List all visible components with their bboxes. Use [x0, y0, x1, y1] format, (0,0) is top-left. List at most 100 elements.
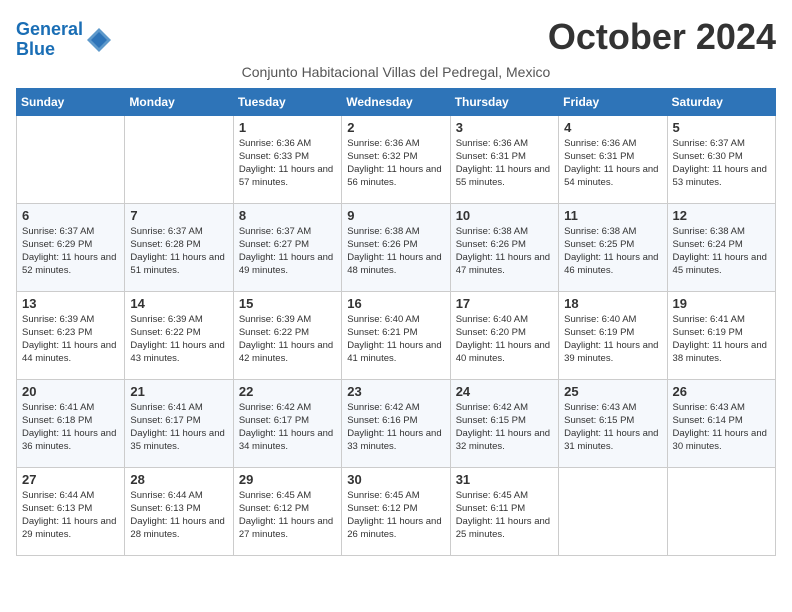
weekday-header-monday: Monday: [125, 88, 233, 115]
day-number: 20: [22, 384, 119, 399]
calendar-cell: 23 Sunrise: 6:42 AM Sunset: 6:16 PM Dayli…: [342, 379, 450, 467]
day-info: Sunrise: 6:45 AM Sunset: 6:11 PM Dayligh…: [456, 489, 553, 542]
day-info: Sunrise: 6:41 AM Sunset: 6:19 PM Dayligh…: [673, 313, 770, 366]
calendar-cell: [667, 467, 775, 555]
day-number: 24: [456, 384, 553, 399]
day-number: 10: [456, 208, 553, 223]
day-info: Sunrise: 6:44 AM Sunset: 6:13 PM Dayligh…: [22, 489, 119, 542]
calendar-cell: 10Sunrise: 6:38 AM Sunset: 6:26 PM Dayli…: [450, 203, 558, 291]
logo-line2: Blue: [16, 40, 83, 60]
calendar-cell: 16Sunrise: 6:40 AM Sunset: 6:21 PM Dayli…: [342, 291, 450, 379]
day-number: 17: [456, 296, 553, 311]
day-info: Sunrise: 6:42 AM Sunset: 6:17 PM Dayligh…: [239, 401, 336, 454]
weekday-header-tuesday: Tuesday: [233, 88, 341, 115]
calendar-cell: 14 Sunrise: 6:39 AM Sunset: 6:22 PM Dayli…: [125, 291, 233, 379]
calendar-cell: [125, 115, 233, 203]
calendar-cell: 30 Sunrise: 6:45 AM Sunset: 6:12 PM Dayli…: [342, 467, 450, 555]
day-number: 25: [564, 384, 661, 399]
day-number: 29: [239, 472, 336, 487]
calendar-cell: 28 Sunrise: 6:44 AM Sunset: 6:13 PM Dayli…: [125, 467, 233, 555]
day-info: Sunrise: 6:42 AM Sunset: 6:16 PM Dayligh…: [347, 401, 444, 454]
calendar-cell: 24 Sunrise: 6:42 AM Sunset: 6:15 PM Dayli…: [450, 379, 558, 467]
day-info: Sunrise: 6:38 AM Sunset: 6:24 PM Dayligh…: [673, 225, 770, 278]
calendar-cell: 29 Sunrise: 6:45 AM Sunset: 6:12 PM Dayli…: [233, 467, 341, 555]
day-number: 4: [564, 120, 661, 135]
calendar-cell: 11 Sunrise: 6:38 AM Sunset: 6:25 PM Dayli…: [559, 203, 667, 291]
day-info: Sunrise: 6:37 AM Sunset: 6:27 PM Dayligh…: [239, 225, 336, 278]
day-number: 9: [347, 208, 444, 223]
calendar-cell: 20 Sunrise: 6:41 AM Sunset: 6:18 PM Dayli…: [17, 379, 125, 467]
day-number: 11: [564, 208, 661, 223]
day-number: 19: [673, 296, 770, 311]
day-info: Sunrise: 6:42 AM Sunset: 6:15 PM Dayligh…: [456, 401, 553, 454]
calendar-cell: 3 Sunrise: 6:36 AM Sunset: 6:31 PM Daylig…: [450, 115, 558, 203]
calendar-cell: 6Sunrise: 6:37 AM Sunset: 6:29 PM Daylig…: [17, 203, 125, 291]
calendar-cell: [17, 115, 125, 203]
day-info: Sunrise: 6:45 AM Sunset: 6:12 PM Dayligh…: [239, 489, 336, 542]
day-number: 18: [564, 296, 661, 311]
day-number: 8: [239, 208, 336, 223]
day-number: 23: [347, 384, 444, 399]
day-info: Sunrise: 6:38 AM Sunset: 6:26 PM Dayligh…: [347, 225, 444, 278]
day-info: Sunrise: 6:37 AM Sunset: 6:28 PM Dayligh…: [130, 225, 227, 278]
day-info: Sunrise: 6:41 AM Sunset: 6:18 PM Dayligh…: [22, 401, 119, 454]
day-info: Sunrise: 6:45 AM Sunset: 6:12 PM Dayligh…: [347, 489, 444, 542]
day-info: Sunrise: 6:38 AM Sunset: 6:25 PM Dayligh…: [564, 225, 661, 278]
day-info: Sunrise: 6:36 AM Sunset: 6:33 PM Dayligh…: [239, 137, 336, 190]
calendar-cell: 15 Sunrise: 6:39 AM Sunset: 6:22 PM Dayli…: [233, 291, 341, 379]
day-info: Sunrise: 6:41 AM Sunset: 6:17 PM Dayligh…: [130, 401, 227, 454]
day-info: Sunrise: 6:39 AM Sunset: 6:22 PM Dayligh…: [239, 313, 336, 366]
calendar-cell: 2 Sunrise: 6:36 AM Sunset: 6:32 PM Daylig…: [342, 115, 450, 203]
day-number: 16: [347, 296, 444, 311]
day-number: 28: [130, 472, 227, 487]
day-number: 14: [130, 296, 227, 311]
calendar-cell: 5 Sunrise: 6:37 AM Sunset: 6:30 PM Daylig…: [667, 115, 775, 203]
day-info: Sunrise: 6:43 AM Sunset: 6:14 PM Dayligh…: [673, 401, 770, 454]
calendar-table: SundayMondayTuesdayWednesdayThursdayFrid…: [16, 88, 776, 556]
calendar-cell: 26 Sunrise: 6:43 AM Sunset: 6:14 PM Dayli…: [667, 379, 775, 467]
day-info: Sunrise: 6:40 AM Sunset: 6:19 PM Dayligh…: [564, 313, 661, 366]
day-number: 2: [347, 120, 444, 135]
day-number: 13: [22, 296, 119, 311]
subtitle: Conjunto Habitacional Villas del Pedrega…: [16, 64, 776, 80]
calendar-cell: 9 Sunrise: 6:38 AM Sunset: 6:26 PM Daylig…: [342, 203, 450, 291]
calendar-cell: 17 Sunrise: 6:40 AM Sunset: 6:20 PM Dayli…: [450, 291, 558, 379]
day-info: Sunrise: 6:39 AM Sunset: 6:22 PM Dayligh…: [130, 313, 227, 366]
day-info: Sunrise: 6:36 AM Sunset: 6:31 PM Dayligh…: [564, 137, 661, 190]
calendar-cell: 27Sunrise: 6:44 AM Sunset: 6:13 PM Dayli…: [17, 467, 125, 555]
day-number: 15: [239, 296, 336, 311]
day-number: 21: [130, 384, 227, 399]
day-info: Sunrise: 6:37 AM Sunset: 6:30 PM Dayligh…: [673, 137, 770, 190]
month-title: October 2024: [548, 16, 776, 58]
calendar-cell: 18 Sunrise: 6:40 AM Sunset: 6:19 PM Dayli…: [559, 291, 667, 379]
day-info: Sunrise: 6:39 AM Sunset: 6:23 PM Dayligh…: [22, 313, 119, 366]
day-info: Sunrise: 6:40 AM Sunset: 6:20 PM Dayligh…: [456, 313, 553, 366]
logo-line1: General: [16, 20, 83, 40]
calendar-cell: 19 Sunrise: 6:41 AM Sunset: 6:19 PM Dayli…: [667, 291, 775, 379]
calendar-cell: 1 Sunrise: 6:36 AM Sunset: 6:33 PM Daylig…: [233, 115, 341, 203]
day-number: 5: [673, 120, 770, 135]
logo: General Blue: [16, 20, 115, 60]
weekday-header-sunday: Sunday: [17, 88, 125, 115]
day-number: 26: [673, 384, 770, 399]
day-info: Sunrise: 6:43 AM Sunset: 6:15 PM Dayligh…: [564, 401, 661, 454]
day-number: 30: [347, 472, 444, 487]
weekday-header-thursday: Thursday: [450, 88, 558, 115]
calendar-cell: 21 Sunrise: 6:41 AM Sunset: 6:17 PM Dayli…: [125, 379, 233, 467]
day-info: Sunrise: 6:37 AM Sunset: 6:29 PM Dayligh…: [22, 225, 119, 278]
calendar-cell: 12 Sunrise: 6:38 AM Sunset: 6:24 PM Dayli…: [667, 203, 775, 291]
day-info: Sunrise: 6:44 AM Sunset: 6:13 PM Dayligh…: [130, 489, 227, 542]
calendar-cell: 25 Sunrise: 6:43 AM Sunset: 6:15 PM Dayli…: [559, 379, 667, 467]
weekday-header-friday: Friday: [559, 88, 667, 115]
logo-icon: [85, 26, 113, 54]
day-info: Sunrise: 6:36 AM Sunset: 6:31 PM Dayligh…: [456, 137, 553, 190]
calendar-cell: 7Sunrise: 6:37 AM Sunset: 6:28 PM Daylig…: [125, 203, 233, 291]
weekday-header-wednesday: Wednesday: [342, 88, 450, 115]
day-number: 1: [239, 120, 336, 135]
day-info: Sunrise: 6:36 AM Sunset: 6:32 PM Dayligh…: [347, 137, 444, 190]
calendar-cell: 4 Sunrise: 6:36 AM Sunset: 6:31 PM Daylig…: [559, 115, 667, 203]
day-number: 12: [673, 208, 770, 223]
calendar-cell: 13 Sunrise: 6:39 AM Sunset: 6:23 PM Dayli…: [17, 291, 125, 379]
day-number: 3: [456, 120, 553, 135]
day-number: 31: [456, 472, 553, 487]
